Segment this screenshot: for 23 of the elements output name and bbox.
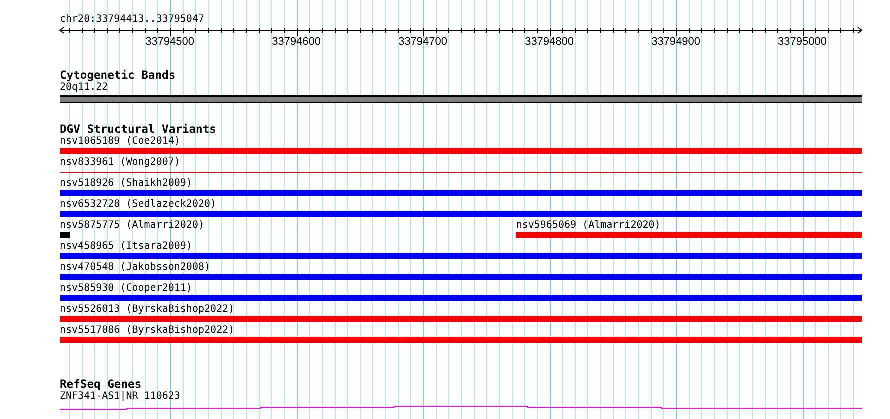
variant-label: nsv5965069 (Almarri2020) [516,220,661,232]
variant-label: nsv5517086 (ByrskaBishop2022) [60,325,235,337]
tick-label: 33794800 [525,36,574,49]
tick-label: 33794500 [146,36,195,49]
variant-label: nsv470548 (Jakobsson2008) [60,262,211,274]
variant-label: nsv6532728 (Sedlazeck2020) [60,199,217,211]
variant-label: nsv458965 (Itsara2009) [60,241,192,253]
tick-label: 33794600 [272,36,322,49]
variant-label: nsv1065189 (Coe2014) [60,136,180,148]
tick-label: 33794900 [652,36,701,49]
tick-label: 33795000 [778,36,827,49]
band-label: 20q11.22 [60,82,110,94]
tick-label: 33794700 [398,36,448,49]
variant-label: nsv833961 (Wong2007) [60,157,180,169]
track-title: DGV Structural Variants [60,124,218,136]
variant-label: nsv5875775 (Almarri2020) [60,220,204,232]
track-title: Cytogenetic Bands [60,70,177,82]
variant-label: nsv5526013 (ByrskaBishop2022) [60,304,235,316]
variant-label: nsv585930 (Cooper2011) [60,283,192,295]
track-title: RefSeq Genes [60,379,143,391]
location-label: chr20:33794413..33795047 [60,13,206,26]
variant-label: nsv518926 (Shaikh2009) [60,178,192,190]
gene-label: ZNF341-AS1|NR_110623 [60,391,182,403]
